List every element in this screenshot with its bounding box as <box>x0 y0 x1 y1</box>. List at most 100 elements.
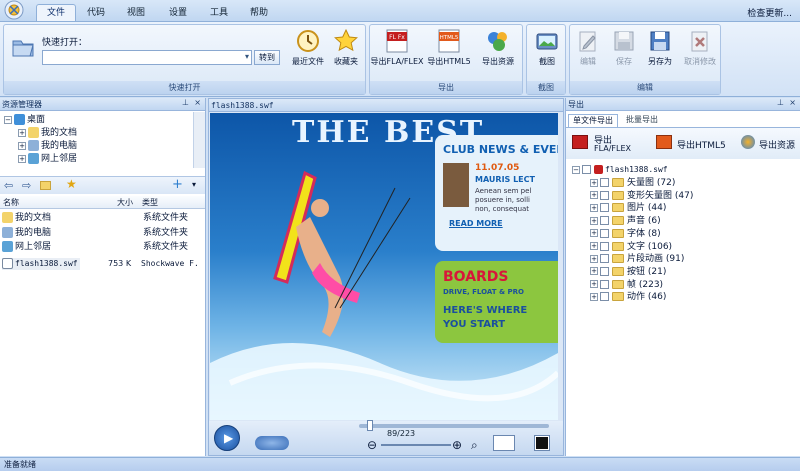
export-tree-item[interactable]: + 片段动画 (91) <box>590 253 684 265</box>
zoom-slider[interactable] <box>381 444 451 446</box>
tab-batch-export[interactable]: 批量导出 <box>620 114 664 127</box>
checkbox[interactable] <box>582 165 591 174</box>
export-tree-item[interactable]: + 按钮 (21) <box>590 266 666 278</box>
expand-icon[interactable]: + <box>590 216 598 225</box>
fit-view-button[interactable] <box>493 435 515 451</box>
frame-step-buttons[interactable] <box>255 436 289 450</box>
export-resources-button[interactable]: 导出资源 <box>474 27 522 79</box>
edit-button[interactable]: 编辑 <box>570 27 606 79</box>
expand-icon[interactable]: + <box>18 128 26 137</box>
expand-icon[interactable]: + <box>590 254 598 263</box>
file-row[interactable]: 我的电脑 系统文件夹 <box>0 227 204 239</box>
file-row[interactable]: 我的文档 系统文件夹 <box>0 212 204 224</box>
status-bar: 准备就绪 <box>0 457 800 471</box>
expand-icon[interactable]: + <box>590 191 598 200</box>
tree-root[interactable]: − flash1388.swf <box>572 164 668 176</box>
frame-counter: 89/223 <box>387 429 416 438</box>
play-button[interactable]: ▶ <box>214 425 240 451</box>
expand-icon[interactable]: + <box>590 280 598 289</box>
zoom-in-icon[interactable]: ⊕ <box>452 438 462 452</box>
pin-icon[interactable]: ⊥ <box>777 98 784 107</box>
export-tree-item[interactable]: + 图片 (44) <box>590 202 666 214</box>
check-update-link[interactable]: 检查更新... <box>747 6 792 19</box>
export-html5-button[interactable]: HTML5 导出HTML5 <box>426 27 472 79</box>
expand-icon[interactable]: + <box>590 267 598 276</box>
checkbox[interactable] <box>600 228 609 238</box>
col-size[interactable]: 大小 <box>117 197 133 208</box>
close-icon[interactable]: × <box>194 98 201 107</box>
expand-icon[interactable]: + <box>18 154 26 163</box>
forward-icon[interactable]: ⇨ <box>22 179 31 192</box>
timeline-slider[interactable] <box>359 424 549 428</box>
tab-code[interactable]: 代码 <box>78 4 114 22</box>
export-fla-tool-button[interactable]: 导出 FLA/FLEX <box>570 131 640 157</box>
tab-file[interactable]: 文件 <box>36 4 76 22</box>
cancel-changes-button[interactable]: 取消修改 <box>678 27 722 79</box>
checkbox[interactable] <box>600 292 609 302</box>
favorites-button[interactable]: 收藏夹 <box>322 27 370 79</box>
tab-view[interactable]: 视图 <box>116 4 156 22</box>
file-row[interactable]: flash1388.swf 753 K Shockwave F. <box>0 258 204 270</box>
export-tree-item[interactable]: + 字体 (8) <box>590 228 661 240</box>
col-name[interactable]: 名称 <box>3 197 19 208</box>
export-fla-button[interactable]: FL Fx 导出FLA/FLEX <box>370 27 424 79</box>
resources-icon <box>488 32 507 51</box>
close-icon[interactable]: × <box>789 98 796 107</box>
tree-scrollbar[interactable] <box>193 112 205 168</box>
checkbox[interactable] <box>600 216 609 226</box>
up-folder-icon[interactable] <box>40 181 51 190</box>
tree-item-network[interactable]: + 网上邻居 <box>18 153 77 165</box>
pin-icon[interactable]: ⊥ <box>182 98 189 107</box>
tree-item-desktop[interactable]: − 桌面 <box>4 114 45 126</box>
export-tree-item[interactable]: + 动作 (46) <box>590 291 666 303</box>
background-color-button[interactable] <box>534 435 550 451</box>
read-more-link[interactable]: READ MORE <box>449 219 503 228</box>
tab-tools[interactable]: 工具 <box>200 4 238 22</box>
export-tree-item[interactable]: + 变形矢量图 (47) <box>590 190 693 202</box>
export-html5-tool-button[interactable]: 导出HTML5 <box>656 131 726 157</box>
quick-open-input[interactable]: ▾ <box>42 50 252 65</box>
export-tree-item[interactable]: + 文字 (106) <box>590 241 672 253</box>
tab-help[interactable]: 帮助 <box>240 4 278 22</box>
dropdown-arrow-icon[interactable]: ▾ <box>245 52 249 61</box>
checkbox[interactable] <box>600 203 609 213</box>
file-row[interactable]: 网上邻居 系统文件夹 <box>0 241 204 253</box>
col-type[interactable]: 类型 <box>142 197 158 208</box>
checkbox[interactable] <box>600 254 609 264</box>
capture-button[interactable]: 截图 <box>523 27 571 79</box>
expand-icon[interactable]: + <box>590 242 598 250</box>
expand-icon[interactable]: + <box>18 141 26 150</box>
add-icon[interactable]: + <box>172 177 183 192</box>
export-resources-tool-button[interactable]: 导出资源 <box>741 131 800 157</box>
tree-item-documents[interactable]: + 我的文档 <box>18 127 77 139</box>
expand-icon[interactable]: + <box>590 292 598 301</box>
flash-preview-canvas[interactable]: THE BEST CLUB NEWS & EVENTS 11.07.05 MAU… <box>210 113 558 420</box>
tab-single-export[interactable]: 单文件导出 <box>568 114 618 127</box>
zoom-out-icon[interactable]: ⊖ <box>367 438 377 452</box>
checkbox[interactable] <box>600 178 609 187</box>
dropdown-arrow-icon[interactable]: ▾ <box>192 180 196 189</box>
app-menu-orb-icon[interactable] <box>1 0 31 22</box>
save-button[interactable]: 保存 <box>606 27 642 79</box>
clock-icon <box>297 30 319 52</box>
timeline-thumb[interactable] <box>367 420 373 431</box>
favorite-star-icon[interactable]: ★ <box>66 177 77 191</box>
checkbox[interactable] <box>600 190 609 200</box>
export-tree-item[interactable]: + 声音 (6) <box>590 215 661 227</box>
tab-settings[interactable]: 设置 <box>158 4 198 22</box>
export-tree-item[interactable]: + 矢量图 (72) <box>590 177 675 189</box>
magnifier-icon[interactable]: ⌕ <box>471 438 478 453</box>
save-as-button[interactable]: 另存为 <box>642 27 678 79</box>
expand-icon[interactable]: + <box>590 203 598 212</box>
collapse-icon[interactable]: − <box>572 165 580 174</box>
checkbox[interactable] <box>600 266 609 276</box>
tree-item-computer[interactable]: + 我的电脑 <box>18 140 77 152</box>
checkbox[interactable] <box>600 241 609 251</box>
expand-icon[interactable]: + <box>590 229 598 238</box>
back-icon[interactable]: ⇦ <box>4 179 13 192</box>
expand-icon[interactable]: + <box>590 178 598 187</box>
collapse-icon[interactable]: − <box>4 115 12 124</box>
go-button[interactable]: 转到 <box>254 50 280 65</box>
checkbox[interactable] <box>600 279 609 289</box>
export-tree-item[interactable]: + 帧 (223) <box>590 279 663 291</box>
